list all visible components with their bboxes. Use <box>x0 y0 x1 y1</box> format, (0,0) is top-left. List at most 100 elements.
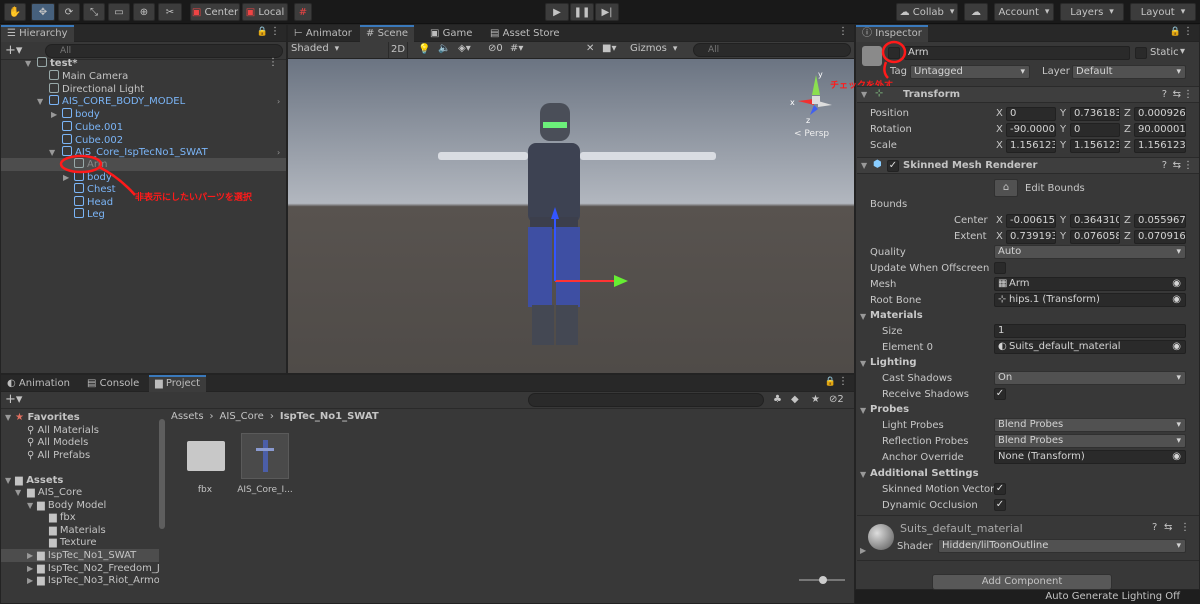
scale-y-field[interactable]: 1.156123 <box>1070 139 1120 153</box>
expand-arrow-icon[interactable]: ▼ <box>5 476 11 485</box>
collapse-arrow-icon[interactable]: ▶ <box>27 564 33 573</box>
filter-type-icon[interactable]: ♣ <box>773 394 782 405</box>
extent-z-field[interactable]: 0.070916 <box>1134 230 1186 244</box>
hierarchy-item-body-model[interactable]: AIS_CORE_BODY_MODEL <box>49 95 185 108</box>
scene-root-item[interactable]: test* <box>37 57 78 70</box>
materials-size-field[interactable]: 1 <box>994 324 1186 338</box>
preset-icon[interactable]: ⇆ <box>1173 160 1181 171</box>
expand-arrow-icon[interactable]: ▼ <box>860 312 866 321</box>
panel-menu-icon[interactable]: ⋮ <box>1183 26 1193 37</box>
preset-icon[interactable]: ⇆ <box>1173 89 1181 100</box>
tab-animation[interactable]: ◐ Animation <box>1 375 76 392</box>
chevron-right-icon[interactable]: › <box>277 148 280 157</box>
tab-game[interactable]: ▣ Game <box>424 25 478 42</box>
dynamic-occlusion-checkbox[interactable]: ✓ <box>994 499 1006 511</box>
space-toggle[interactable]: ▣ Local <box>242 3 288 21</box>
smr-enabled-checkbox[interactable]: ✓ <box>887 160 899 172</box>
tab-animator[interactable]: ⊢ Animator <box>288 25 358 42</box>
hand-tool-button[interactable]: ✋ <box>4 3 26 21</box>
lock-icon[interactable]: 🔒 <box>1170 27 1181 37</box>
snap-toggle[interactable]: # <box>294 3 312 21</box>
rotation-x-field[interactable]: -90.00001 <box>1006 123 1056 137</box>
asset-model-swat[interactable]: AIS_Core_I... <box>237 433 293 495</box>
quality-dropdown[interactable]: Auto <box>994 245 1186 259</box>
cloud-button[interactable]: ☁ <box>964 3 988 21</box>
custom-tool-button[interactable]: ✂ <box>158 3 182 21</box>
hidden-count-badge[interactable]: ⊘2 <box>829 394 844 405</box>
layers-dropdown[interactable]: Layers <box>1060 3 1124 21</box>
hierarchy-search-input[interactable]: All <box>45 44 283 58</box>
object-picker-icon[interactable]: ◉ <box>1172 294 1181 306</box>
collapse-arrow-icon[interactable]: ▶ <box>27 576 33 585</box>
panel-menu-icon[interactable]: ⋮ <box>838 26 848 37</box>
account-dropdown[interactable]: Account <box>994 3 1054 21</box>
shader-dropdown[interactable]: Hidden/lilToonOutline <box>938 539 1186 553</box>
tools-icon[interactable]: ✕ <box>586 43 594 54</box>
collapse-arrow-icon[interactable]: ▶ <box>27 551 33 560</box>
object-picker-icon[interactable]: ◉ <box>1172 278 1181 290</box>
cast-shadows-dropdown[interactable]: On <box>994 371 1186 385</box>
element0-field[interactable]: ◐ Suits_default_material ◉ <box>994 340 1186 354</box>
layout-dropdown[interactable]: Layout <box>1130 3 1196 21</box>
scene-search-input[interactable]: All <box>693 43 851 57</box>
expand-arrow-icon[interactable]: ▼ <box>860 359 866 368</box>
favorite-star-icon[interactable]: ★ <box>811 394 820 405</box>
hierarchy-item-leg[interactable]: Leg <box>74 208 105 221</box>
lock-icon[interactable]: 🔒 <box>257 27 268 37</box>
expand-arrow-icon[interactable]: ▼ <box>5 413 11 422</box>
rect-tool-button[interactable]: ▭ <box>108 3 130 21</box>
help-icon[interactable]: ? <box>1162 89 1167 100</box>
effects-toggle-icon[interactable]: ◈▾ <box>458 43 471 54</box>
scene-menu-icon[interactable]: ⋮ <box>268 57 278 68</box>
center-x-field[interactable]: -0.006156 <box>1006 214 1056 228</box>
tab-project[interactable]: ▆ Project <box>149 375 207 392</box>
hierarchy-item-main-camera[interactable]: Main Camera <box>49 70 128 83</box>
tree-scrollbar[interactable] <box>159 419 165 529</box>
icon-size-slider[interactable] <box>799 576 845 584</box>
component-menu-icon[interactable]: ⋮ <box>1183 89 1193 100</box>
pivot-toggle[interactable]: ▣ Center <box>190 3 240 21</box>
update-offscreen-checkbox[interactable] <box>994 262 1006 274</box>
expand-arrow-icon[interactable]: ▼ <box>860 406 866 415</box>
breadcrumb-assets[interactable]: Assets <box>171 411 204 422</box>
skinned-mesh-renderer-header[interactable]: ▼ ⬢ ✓ Skinned Mesh Renderer ? ⇆ ⋮ <box>857 157 1199 174</box>
tab-hierarchy[interactable]: ☰ Hierarchy <box>1 25 74 42</box>
favorites-item[interactable]: ★ Favorites <box>15 411 80 424</box>
component-menu-icon[interactable]: ⋮ <box>1180 522 1190 533</box>
root-bone-field[interactable]: ⊹ hips.1 (Transform) ◉ <box>994 293 1186 307</box>
panel-menu-icon[interactable]: ⋮ <box>270 26 280 37</box>
help-icon[interactable]: ? <box>1152 522 1157 533</box>
asset-folder-fbx[interactable]: fbx <box>181 435 229 495</box>
rotation-z-field[interactable]: 90.00001 <box>1134 123 1186 137</box>
static-checkbox[interactable] <box>1135 47 1147 59</box>
extent-x-field[interactable]: 0.739193 <box>1006 230 1056 244</box>
tree-item-ais-core[interactable]: ▆ AIS_Core <box>27 486 82 499</box>
anchor-override-field[interactable]: None (Transform) ◉ <box>994 450 1186 464</box>
scene-viewport[interactable]: y x z < Persp <box>288 59 854 373</box>
rotate-tool-button[interactable]: ⟳ <box>58 3 80 21</box>
expand-arrow-icon[interactable]: ▼ <box>25 59 31 68</box>
skinned-motion-checkbox[interactable]: ✓ <box>994 483 1006 495</box>
move-tool-button[interactable]: ✥ <box>31 3 55 21</box>
object-picker-icon[interactable]: ◉ <box>1172 341 1181 353</box>
light-probes-dropdown[interactable]: Blend Probes <box>994 418 1186 432</box>
center-z-field[interactable]: 0.055967 <box>1134 214 1186 228</box>
create-asset-button[interactable]: +▾ <box>5 392 22 407</box>
rotation-y-field[interactable]: 0 <box>1070 123 1120 137</box>
add-component-button[interactable]: Add Component <box>932 574 1112 590</box>
object-picker-icon[interactable]: ◉ <box>1172 451 1181 463</box>
position-y-field[interactable]: 0.7361834 <box>1070 107 1120 121</box>
add-object-button[interactable]: +▾ <box>5 43 22 58</box>
audio-toggle-icon[interactable]: 🔈 <box>438 43 450 54</box>
collapse-arrow-icon[interactable]: ▶ <box>51 110 57 119</box>
tree-item-fbx[interactable]: ▆ fbx <box>49 511 76 524</box>
tab-scene[interactable]: # Scene <box>360 25 415 42</box>
lighting-toggle-icon[interactable]: 💡 <box>418 44 430 55</box>
expand-arrow-icon[interactable]: ▼ <box>37 97 43 106</box>
mesh-field[interactable]: ▦ Arm ◉ <box>994 277 1186 291</box>
shading-mode-dropdown[interactable]: Shaded <box>291 43 383 54</box>
transform-header[interactable]: ▼ ⊹ Transform ? ⇆ ⋮ <box>857 86 1199 103</box>
center-y-field[interactable]: 0.364310 <box>1070 214 1120 228</box>
collab-dropdown[interactable]: ☁ Collab <box>896 3 958 21</box>
mode-2d-toggle[interactable]: 2D <box>388 42 408 58</box>
